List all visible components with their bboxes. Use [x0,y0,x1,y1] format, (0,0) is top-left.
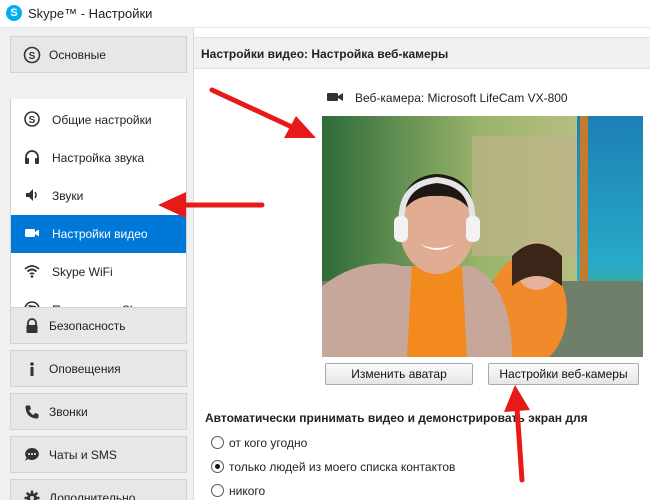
skype-icon: S [23,46,41,64]
sidebar-item-label: Общие настройки [52,113,152,127]
skype-icon: S [24,111,40,127]
svg-text:S: S [29,51,36,62]
sidebar-section-label: Звонки [49,405,88,419]
sidebar-section-general[interactable]: S Основные [10,36,187,73]
headset-icon [25,150,39,164]
panel-header: Настройки видео: Настройка веб-камеры [194,37,650,69]
sidebar-item-skype-wifi[interactable]: Skype WiFi [11,253,186,291]
video-camera-icon [327,93,343,101]
info-icon [30,362,34,376]
radio-label: только людей из моего списка контактов [229,460,456,474]
page-title: Настройки видео: Настройка веб-камеры [201,47,449,61]
sidebar-item-video-settings[interactable]: Настройки видео [11,215,186,253]
skype-logo-icon: S [6,5,22,21]
title-bar: S Skype™ - Настройки [0,0,650,28]
sidebar-item-label: Настройки видео [52,227,148,241]
sidebar-section-security[interactable]: Безопасность [10,307,187,344]
sidebar-section-label: Чаты и SMS [49,448,117,462]
sidebar-section-chats-sms[interactable]: Чаты и SMS [10,436,187,473]
sidebar-section-label: Безопасность [49,319,126,333]
chat-icon [25,448,39,461]
sidebar-section-calls[interactable]: Звонки [10,393,187,430]
video-camera-icon [25,229,39,237]
sidebar-section-advanced[interactable]: Дополнительно [10,479,187,500]
auto-accept-label: Автоматически принимать видео и демонстр… [205,411,588,425]
sidebar-item-label: Настройка звука [52,151,145,165]
radio-label: от кого угодно [229,436,308,450]
sidebar: S Основные S Общие настройки Настройка з… [0,28,194,500]
radio-button[interactable] [211,484,224,497]
lock-icon [26,318,38,333]
radio-label: никого [229,484,266,498]
webcam-settings-button[interactable]: Настройки веб-камеры [488,363,639,385]
window-title: Skype™ - Настройки [28,6,153,21]
sidebar-item-label: Skype WiFi [52,265,113,279]
phone-icon [25,405,39,419]
sidebar-subgroup-general: S Общие настройки Настройка звука Звуки … [10,99,187,329]
speaker-icon [26,189,37,201]
webcam-preview [322,116,643,357]
sidebar-item-sounds[interactable]: Звуки [11,177,186,215]
radio-button[interactable] [211,460,224,473]
wifi-icon [24,265,40,278]
main-panel: Настройки видео: Настройка веб-камеры Ве… [194,28,650,500]
radio-button[interactable] [211,436,224,449]
change-avatar-button[interactable]: Изменить аватар [325,363,473,385]
gear-icon [24,490,40,500]
svg-text:S: S [29,115,36,126]
sidebar-item-general-settings[interactable]: S Общие настройки [11,101,186,139]
sidebar-section-label: Дополнительно [49,491,136,500]
sidebar-section-notifications[interactable]: Оповещения [10,350,187,387]
sidebar-item-audio-settings[interactable]: Настройка звука [11,139,186,177]
sidebar-section-label: Оповещения [49,362,121,376]
sidebar-item-label: Звуки [52,189,84,203]
webcam-name: Веб-камера: Microsoft LifeCam VX-800 [355,91,568,105]
sidebar-section-label: Основные [49,48,106,62]
